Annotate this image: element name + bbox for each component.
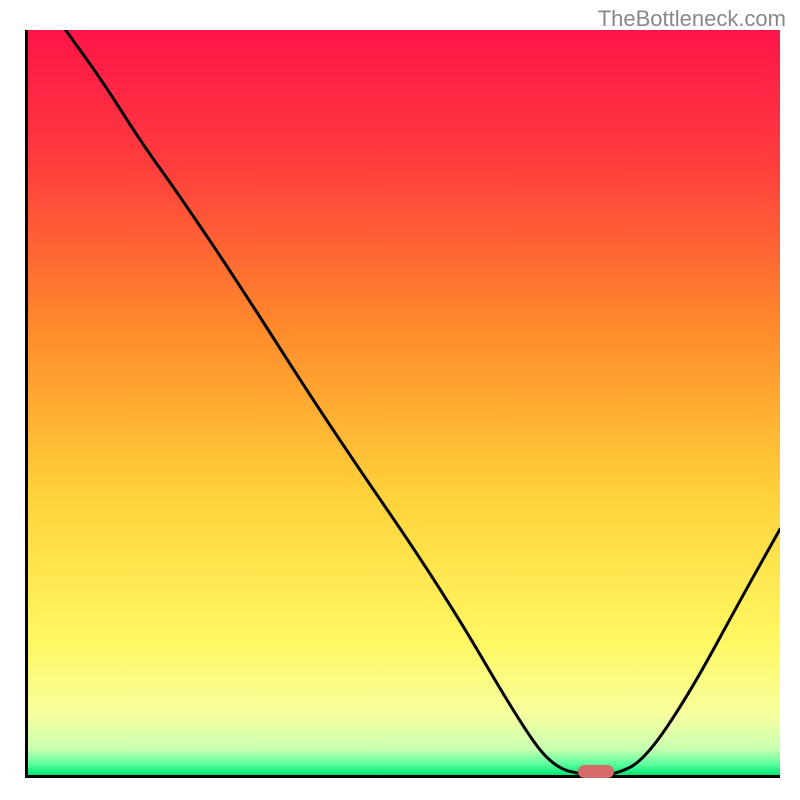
watermark-text: TheBottleneck.com xyxy=(598,6,786,32)
optimal-point-marker xyxy=(578,765,614,778)
chart-area xyxy=(25,30,780,778)
chart-curve xyxy=(28,30,780,775)
